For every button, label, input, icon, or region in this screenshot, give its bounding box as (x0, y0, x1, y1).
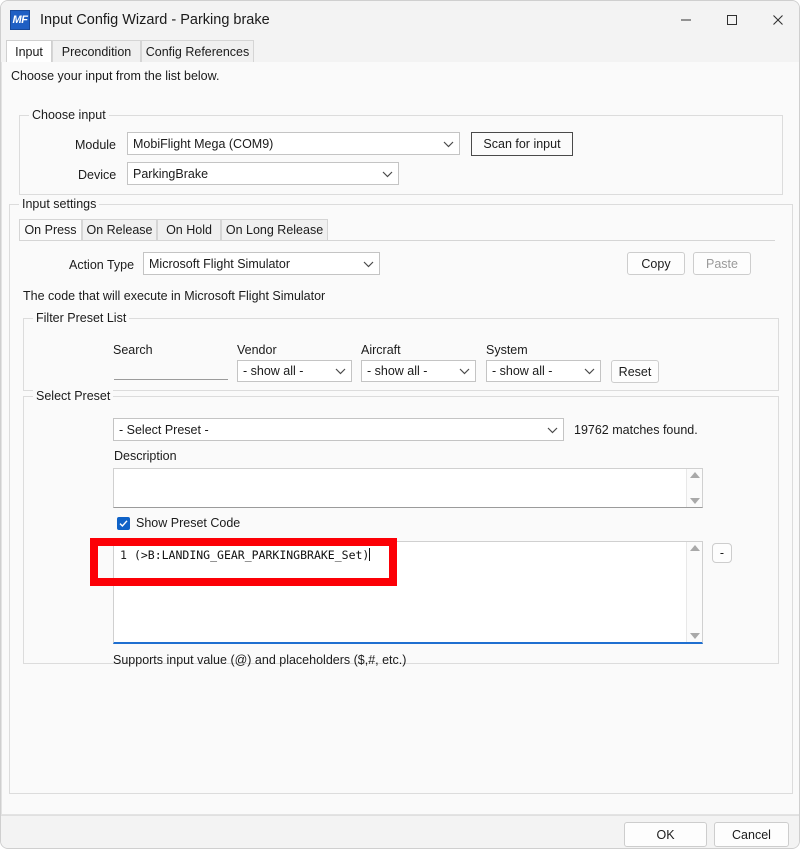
dialog-footer: OK Cancel (1, 815, 800, 849)
description-textarea-body[interactable] (114, 469, 686, 507)
device-label: Device (78, 168, 116, 182)
preset-code-body[interactable]: 1 (>B:LANDING_GEAR_PARKINGBRAKE_Set) (114, 542, 686, 642)
search-input[interactable] (114, 360, 228, 380)
choose-input-legend: Choose input (29, 108, 109, 122)
subtab-on-release[interactable]: On Release (82, 219, 157, 240)
minus-icon: - (720, 546, 724, 560)
vendor-label: Vendor (237, 343, 277, 357)
system-label: System (486, 343, 528, 357)
subtab-on-hold-label: On Hold (166, 223, 212, 237)
remove-code-line-button[interactable]: - (712, 543, 732, 563)
scroll-up-icon[interactable] (690, 545, 700, 551)
code-scrollbar[interactable] (686, 542, 702, 642)
cancel-button[interactable]: Cancel (714, 822, 789, 847)
copy-button-label: Copy (641, 257, 670, 271)
aircraft-dropdown-value: - show all - (362, 364, 453, 378)
tab-input[interactable]: Input (6, 40, 52, 62)
logo-text: MF (13, 15, 28, 26)
code-text: (>B:LANDING_GEAR_PARKINGBRAKE_Set) (134, 548, 369, 562)
description-textarea[interactable] (113, 468, 703, 508)
chevron-down-icon (541, 426, 563, 434)
subtab-underline (19, 240, 775, 241)
main-tab-bar: Input Precondition Config References (1, 40, 800, 62)
checkmark-icon (117, 517, 130, 530)
scroll-down-icon[interactable] (690, 633, 700, 639)
copy-button[interactable]: Copy (627, 252, 685, 275)
instruction-text: Choose your input from the list below. (11, 69, 219, 83)
window-title: Input Config Wizard - Parking brake (40, 12, 270, 28)
action-type-dropdown[interactable]: Microsoft Flight Simulator (143, 252, 380, 275)
show-preset-code-label: Show Preset Code (136, 516, 240, 530)
subtab-on-long-release-label: On Long Release (226, 223, 323, 237)
subtab-on-long-release[interactable]: On Long Release (221, 219, 328, 240)
subtab-on-press[interactable]: On Press (19, 219, 82, 240)
system-dropdown[interactable]: - show all - (486, 360, 601, 382)
input-settings-legend: Input settings (19, 197, 99, 211)
tab-config-references-label: Config References (146, 45, 250, 59)
module-dropdown[interactable]: MobiFlight Mega (COM9) (127, 132, 460, 155)
device-dropdown[interactable]: ParkingBrake (127, 162, 399, 185)
system-dropdown-value: - show all - (487, 364, 578, 378)
module-label: Module (75, 138, 116, 152)
device-dropdown-value: ParkingBrake (128, 167, 376, 181)
paste-button[interactable]: Paste (693, 252, 751, 275)
maximize-icon[interactable] (709, 1, 755, 39)
window-controls (663, 1, 800, 39)
tab-config-references[interactable]: Config References (141, 40, 254, 62)
chevron-down-icon (329, 367, 351, 375)
paste-button-label: Paste (706, 257, 738, 271)
input-tab-panel: Choose your input from the list below. C… (1, 62, 800, 815)
select-preset-legend: Select Preset (33, 389, 113, 403)
aircraft-label: Aircraft (361, 343, 401, 357)
preset-dropdown-value: - Select Preset - (114, 423, 541, 437)
scroll-up-icon[interactable] (690, 472, 700, 478)
scan-for-input-button[interactable]: Scan for input (471, 132, 573, 156)
matches-found-text: 19762 matches found. (574, 423, 698, 437)
aircraft-dropdown[interactable]: - show all - (361, 360, 476, 382)
support-note-text: Supports input value (@) and placeholder… (113, 653, 406, 667)
chevron-down-icon (578, 367, 600, 375)
chevron-down-icon (376, 170, 398, 178)
line-number: 1 (120, 548, 127, 562)
mobiflight-logo-icon: MF (10, 10, 30, 30)
tab-input-label: Input (15, 45, 43, 59)
subtab-on-release-label: On Release (87, 223, 153, 237)
code-line-1: 1 (>B:LANDING_GEAR_PARKINGBRAKE_Set) (120, 548, 370, 562)
module-dropdown-value: MobiFlight Mega (COM9) (128, 137, 437, 151)
preset-dropdown[interactable]: - Select Preset - (113, 418, 564, 441)
tab-precondition[interactable]: Precondition (52, 40, 141, 62)
close-icon[interactable] (755, 1, 800, 39)
chevron-down-icon (453, 367, 475, 375)
chevron-down-icon (357, 260, 379, 268)
description-label: Description (114, 449, 177, 463)
code-note-text: The code that will execute in Microsoft … (23, 289, 325, 303)
scan-for-input-label: Scan for input (483, 137, 560, 151)
action-type-value: Microsoft Flight Simulator (144, 257, 357, 271)
title-bar: MF Input Config Wizard - Parking brake (1, 1, 800, 39)
input-config-wizard-window: MF Input Config Wizard - Parking brake I… (0, 0, 800, 849)
vendor-dropdown-value: - show all - (238, 364, 329, 378)
ok-button[interactable]: OK (624, 822, 707, 847)
ok-button-label: OK (656, 828, 674, 842)
search-label: Search (113, 343, 153, 357)
chevron-down-icon (437, 140, 459, 148)
subtab-on-press-label: On Press (24, 223, 76, 237)
reset-button[interactable]: Reset (611, 360, 659, 383)
cancel-button-label: Cancel (732, 828, 771, 842)
preset-code-editor[interactable]: 1 (>B:LANDING_GEAR_PARKINGBRAKE_Set) (113, 541, 703, 644)
show-preset-code-checkbox[interactable]: Show Preset Code (117, 516, 240, 530)
minimize-icon[interactable] (663, 1, 709, 39)
scroll-down-icon[interactable] (690, 498, 700, 504)
reset-button-label: Reset (619, 365, 652, 379)
tab-precondition-label: Precondition (62, 45, 132, 59)
action-type-label: Action Type (69, 258, 134, 272)
description-scrollbar[interactable] (686, 469, 702, 507)
text-caret (369, 548, 370, 561)
subtab-on-hold[interactable]: On Hold (157, 219, 221, 240)
filter-preset-legend: Filter Preset List (33, 311, 129, 325)
vendor-dropdown[interactable]: - show all - (237, 360, 352, 382)
